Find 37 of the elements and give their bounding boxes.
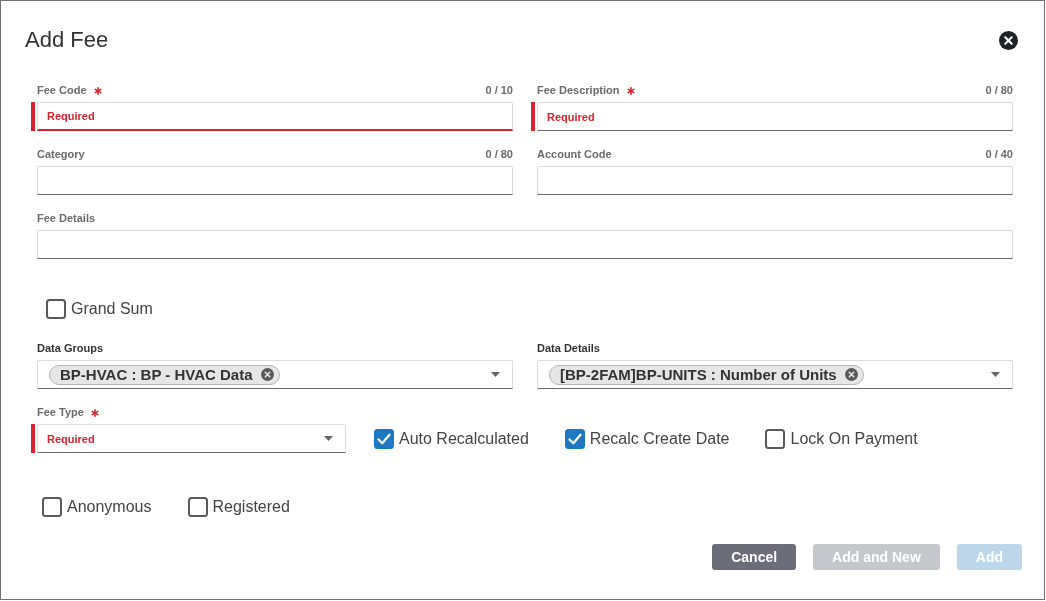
fee-type-dropdown[interactable]: Required [37, 424, 346, 453]
close-icon[interactable] [999, 30, 1018, 50]
checkbox-label: Auto Recalculated [399, 428, 529, 449]
remove-icon[interactable] [844, 368, 858, 381]
checkbox[interactable] [564, 428, 585, 449]
caret-icon [991, 372, 1000, 377]
dialog-title: Add Fee [25, 27, 109, 53]
checkbox[interactable] [46, 299, 66, 319]
checkbox-label: Registered [212, 497, 290, 517]
char-counter: 0 / 40 [985, 148, 1013, 161]
checkbox-label: Recalc Create Date [589, 428, 730, 449]
field-label: Fee Details [37, 212, 96, 225]
field-label: Fee Code [37, 84, 87, 97]
checkbox[interactable] [187, 497, 208, 517]
selected-chip[interactable]: [BP-2FAM]BP-UNITS : Number of Units [549, 364, 864, 385]
multi-select-field[interactable]: [BP-2FAM]BP-UNITS : Number of Units [537, 360, 1013, 389]
field-label: Fee Description [537, 84, 620, 97]
action-button[interactable]: Cancel [712, 544, 797, 570]
field-label: Account Code [537, 148, 612, 161]
field-label: Data Groups [37, 342, 103, 355]
selected-chip[interactable]: BP-HVAC : BP - HVAC Data [49, 364, 280, 385]
checkbox[interactable] [765, 428, 786, 449]
multi-select-field[interactable]: BP-HVAC : BP - HVAC Data [37, 360, 513, 389]
field-label: Category [37, 148, 85, 161]
checkbox[interactable] [374, 428, 394, 449]
checkbox-label: Grand Sum [71, 299, 153, 319]
field-label: Fee Type [37, 406, 84, 419]
remove-icon[interactable] [260, 368, 274, 381]
char-counter: 0 / 10 [485, 84, 513, 97]
caret-icon [324, 436, 333, 441]
checkbox-label: Anonymous [67, 497, 152, 517]
checkbox[interactable] [42, 497, 62, 517]
caret-icon [491, 372, 500, 377]
checkbox-label: Lock On Payment [790, 428, 918, 449]
char-counter: 0 / 80 [985, 84, 1013, 97]
field-label: Data Details [537, 342, 600, 355]
char-counter: 0 / 80 [485, 148, 513, 161]
